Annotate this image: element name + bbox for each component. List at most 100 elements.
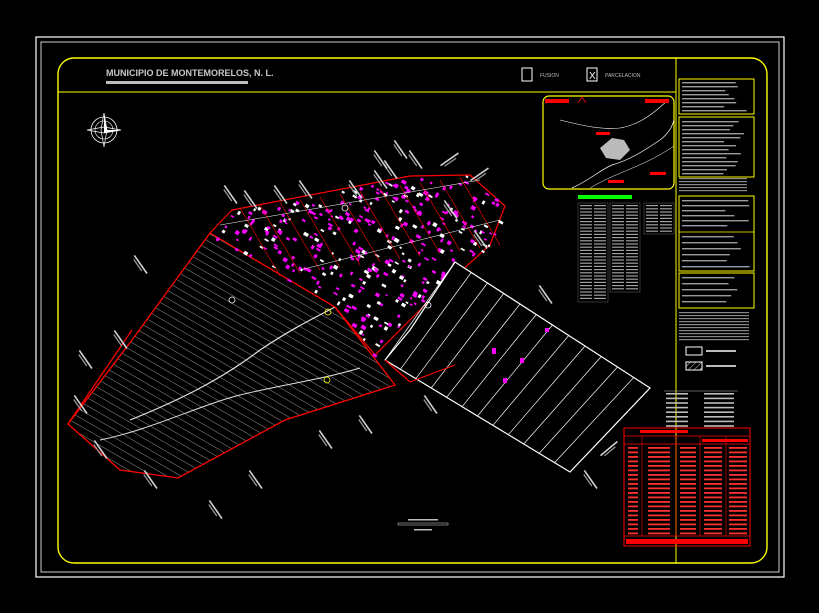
grid-cell [594,262,606,264]
table-cell [648,474,670,476]
grid-cell [612,208,624,210]
grid-cell [612,221,624,223]
grid-cell [626,221,638,223]
parcelacion-check-mark: X [589,71,596,82]
grid-cell [646,221,658,223]
panel-note-line [679,181,747,183]
grid-cell [660,224,672,226]
site-plan [67,139,651,519]
table-cell [704,528,722,530]
grid-cell [626,224,638,226]
panel-line [682,169,727,171]
panel-note-line [679,339,749,341]
grid-cell [612,214,624,216]
panel-line [682,94,729,96]
grid-cell [612,249,624,251]
table-cell [648,447,670,449]
grid-cell [594,275,606,277]
panel-note-line [679,336,749,338]
grid-cell [580,288,592,290]
street-label [423,395,438,414]
area-value [704,425,734,427]
table-cell [704,496,722,499]
panel-line [682,225,728,227]
grid-cell [612,227,624,229]
table-cell [628,487,638,490]
panel-note-line [679,187,747,189]
grid-cell [626,246,638,248]
panel-line [682,145,736,147]
grid-cell [594,253,606,255]
grid-cell [612,246,624,248]
grid-cell [626,208,638,210]
table-cell [648,451,670,454]
table-cell [648,514,670,517]
table-cell [729,519,747,521]
grid-cell [580,214,592,216]
grid-cell [594,237,606,239]
table-cell [628,483,638,485]
panel-note-line [679,315,749,317]
panel-line [682,266,750,268]
grid-cell [594,288,606,290]
table-cell [648,532,670,535]
table-cell [729,528,747,530]
table-cell [729,456,747,458]
table-cell [680,487,696,490]
grid-cell [626,217,638,219]
grid-cell [626,285,638,287]
grid-cell [580,285,592,287]
grid-cell [580,205,592,207]
table-cell [680,519,696,521]
table-cell [680,456,696,458]
table-cell [680,510,696,512]
grid-cell [626,249,638,251]
panel-note-line [679,327,749,329]
grid-cell [612,211,624,213]
grid-cell [594,208,606,210]
grid-cell [612,275,624,277]
table-cell [628,528,638,530]
grid-cell [580,237,592,239]
street-label [383,160,398,179]
table-cell [648,456,670,458]
grid-cell [580,253,592,255]
panel-line [682,82,736,84]
table-cell [628,447,638,449]
table-cell [729,492,747,494]
panel-line [682,260,727,262]
table-cell [628,469,638,472]
grid-cell [646,217,658,219]
table-cell [680,505,696,508]
grid-cell [612,285,624,287]
grid-cell [594,246,606,248]
grid-cell [626,230,638,232]
panel-line [682,149,729,151]
legend-swatch-hatched [685,361,703,371]
panel-line [682,215,735,217]
grid-cell [580,269,592,271]
area-value [704,406,734,409]
grid-cell [580,211,592,213]
table-cell [729,501,747,503]
table-cell [729,465,747,467]
grid-cell [612,224,624,226]
grid-cell [594,211,606,213]
table-cell [628,505,638,508]
table-cell [704,451,722,454]
table-cell [704,447,722,449]
grid-cell [594,297,606,299]
table-cell [628,496,638,499]
area-summary [664,390,738,427]
table-cell [648,469,670,472]
table-cell [704,483,722,485]
table-cell [704,505,722,508]
table-cell [704,460,722,463]
table-cell [729,483,747,485]
fusion-checkbox[interactable] [521,67,533,82]
street-label [373,150,388,169]
panel-note-line [679,312,749,314]
panel-line [682,90,726,92]
panel-line [682,110,747,112]
table-cell [729,478,747,481]
